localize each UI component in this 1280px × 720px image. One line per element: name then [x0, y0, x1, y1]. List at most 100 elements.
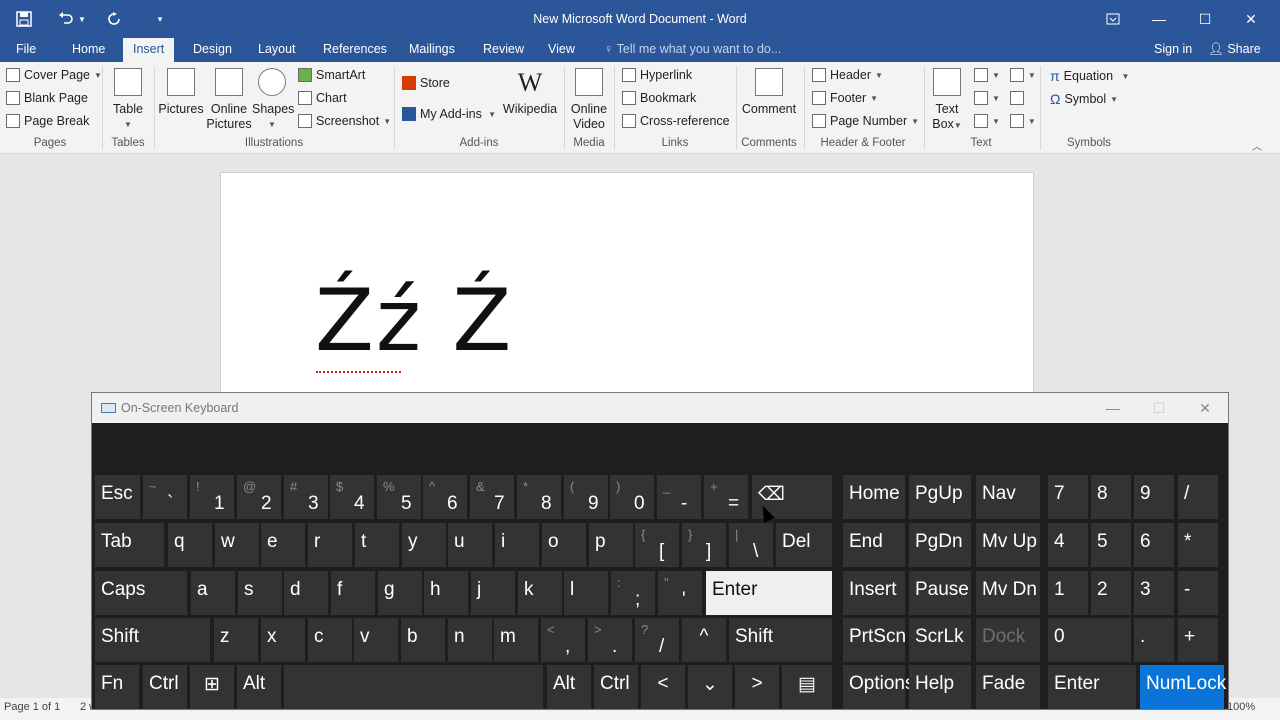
maximize-button[interactable]: ☐ — [1182, 0, 1228, 38]
key-w[interactable]: w — [215, 523, 259, 567]
numpad-0-key[interactable]: 0 — [1048, 618, 1131, 662]
dock-key[interactable]: Dock — [976, 618, 1040, 662]
numpad-n5-key[interactable]: 5 — [1091, 523, 1131, 567]
cover-page-button[interactable]: Cover Page ▼ — [6, 68, 102, 82]
numpad-nmul-key[interactable]: * — [1178, 523, 1218, 567]
smartart-button[interactable]: SmartArt — [298, 68, 365, 82]
footer-button[interactable]: Footer ▼ — [812, 91, 878, 105]
pgup-key[interactable]: PgUp — [909, 475, 971, 519]
tab-file[interactable]: File — [6, 38, 46, 62]
key-u[interactable]: u — [448, 523, 492, 567]
key-r1-5[interactable]: $4 — [330, 475, 374, 519]
prtscn-key[interactable]: PrtScn — [843, 618, 906, 662]
wordart-button[interactable]: ▼ — [974, 91, 1024, 105]
pictures-button[interactable]: Pictures — [158, 64, 204, 117]
key-h[interactable]: h — [424, 571, 468, 615]
osk-maximize-button[interactable]: ☐ — [1136, 393, 1182, 423]
caps-key[interactable]: Caps — [95, 571, 187, 615]
sign-in-link[interactable]: Sign in — [1154, 38, 1192, 60]
key-r1-3[interactable]: @2 — [237, 475, 281, 519]
text-box-button[interactable]: Text Box▼ — [928, 64, 966, 133]
shapes-button[interactable]: Shapes ▼ — [252, 64, 294, 132]
key-punct4-2[interactable]: ? / — [635, 618, 679, 662]
key-punct4-1[interactable]: >. — [588, 618, 632, 662]
tab-view[interactable]: View — [538, 38, 585, 62]
numpad-enter-key[interactable]: Enter — [1048, 665, 1136, 709]
collapse-ribbon-icon[interactable]: ︿ — [1252, 138, 1262, 153]
header-button[interactable]: Header ▼ — [812, 68, 883, 82]
tab-review[interactable]: Review — [473, 38, 534, 62]
key-bracket-1[interactable]: }] — [682, 523, 726, 567]
key-v[interactable]: v — [354, 618, 398, 662]
help-key[interactable]: Help — [909, 665, 971, 709]
numpad-n7-key[interactable]: 7 — [1048, 475, 1088, 519]
key-m[interactable]: m — [494, 618, 538, 662]
fade-key[interactable]: Fade — [976, 665, 1040, 709]
key-r1-4[interactable]: #3 — [284, 475, 328, 519]
quick-parts-button[interactable]: ▼ ▼ — [974, 68, 1036, 82]
numpad-n9-key[interactable]: 9 — [1134, 475, 1174, 519]
online-pictures-button[interactable]: Online Pictures — [206, 64, 252, 132]
zoom-level[interactable]: 100% — [1227, 701, 1255, 713]
numpad-n1-key[interactable]: 1 — [1048, 571, 1088, 615]
key-j[interactable]: j — [471, 571, 515, 615]
key-r1-7[interactable]: ^ 6 — [423, 475, 467, 519]
bookmark-button[interactable]: Bookmark — [622, 91, 696, 105]
ctrl-right-key[interactable]: Ctrl — [594, 665, 638, 709]
down-arrow-key[interactable]: ⌄ — [688, 665, 732, 709]
key-i[interactable]: i — [495, 523, 539, 567]
key-d[interactable]: d — [284, 571, 328, 615]
numpad-n4-key[interactable]: 4 — [1048, 523, 1088, 567]
key-bracket-0[interactable]: {[ — [635, 523, 679, 567]
pause-key[interactable]: Pause — [909, 571, 971, 615]
key-n[interactable]: n — [448, 618, 492, 662]
ctrl-key[interactable]: Ctrl — [143, 665, 187, 709]
key-r1-12[interactable]: _ - — [657, 475, 701, 519]
key-s[interactable]: s — [238, 571, 282, 615]
key-e[interactable]: e — [261, 523, 305, 567]
pgdn-key[interactable]: PgDn — [909, 523, 971, 567]
osk-title-bar[interactable]: On-Screen Keyboard — ☐ ✕ — [92, 393, 1228, 423]
key-r1-6[interactable]: % 5 — [377, 475, 421, 519]
my-addins-button[interactable]: My Add-ins ▼ — [402, 107, 496, 121]
key-r1-9[interactable]: * 8 — [517, 475, 561, 519]
left-arrow-key[interactable]: < — [641, 665, 685, 709]
numpad-n8-key[interactable]: 8 — [1091, 475, 1131, 519]
key-b[interactable]: b — [401, 618, 445, 662]
cross-reference-button[interactable]: Cross-reference — [622, 114, 730, 128]
osk-close-button[interactable]: ✕ — [1182, 393, 1228, 423]
store-button[interactable]: Store — [402, 76, 450, 90]
key-o[interactable]: o — [542, 523, 586, 567]
key-r1-8[interactable]: & 7 — [470, 475, 514, 519]
key-y[interactable]: y — [402, 523, 446, 567]
menu-key[interactable]: ▤ — [782, 665, 832, 709]
alt-key[interactable]: Alt — [237, 665, 281, 709]
table-button[interactable]: Table ▼ — [108, 64, 148, 132]
key-r1-13[interactable]: + = — [704, 475, 748, 519]
nav-key[interactable]: Nav — [976, 475, 1040, 519]
right-arrow-key[interactable]: > — [735, 665, 779, 709]
windows-key[interactable]: ⊞ — [190, 665, 234, 709]
key-punct-1[interactable]: " ' — [658, 571, 702, 615]
key-p[interactable]: p — [589, 523, 633, 567]
hyperlink-button[interactable]: Hyperlink — [622, 68, 692, 82]
tab-design[interactable]: Design — [183, 38, 242, 62]
scrlk-key[interactable]: ScrLk — [909, 618, 971, 662]
key-k[interactable]: k — [518, 571, 562, 615]
page-count[interactable]: Page 1 of 1 — [4, 701, 60, 713]
key-r1-2[interactable]: ! 1 — [190, 475, 234, 519]
space-key[interactable] — [284, 665, 543, 709]
tab-key[interactable]: Tab — [95, 523, 164, 567]
key-r1-1[interactable]: ~ ` — [143, 475, 187, 519]
key-r[interactable]: r — [308, 523, 352, 567]
mvdn-key[interactable]: Mv Dn — [976, 571, 1040, 615]
numpad-nsub-key[interactable]: - — [1178, 571, 1218, 615]
key-esc[interactable]: Esc — [95, 475, 140, 519]
key-bracket-2[interactable]: | \ — [729, 523, 773, 567]
key-q[interactable]: q — [168, 523, 212, 567]
chart-button[interactable]: Chart — [298, 91, 347, 105]
up-arrow-key[interactable]: ^ — [682, 618, 726, 662]
key-x[interactable]: x — [261, 618, 305, 662]
blank-page-button[interactable]: Blank Page — [6, 91, 88, 105]
numpad-n6-key[interactable]: 6 — [1134, 523, 1174, 567]
